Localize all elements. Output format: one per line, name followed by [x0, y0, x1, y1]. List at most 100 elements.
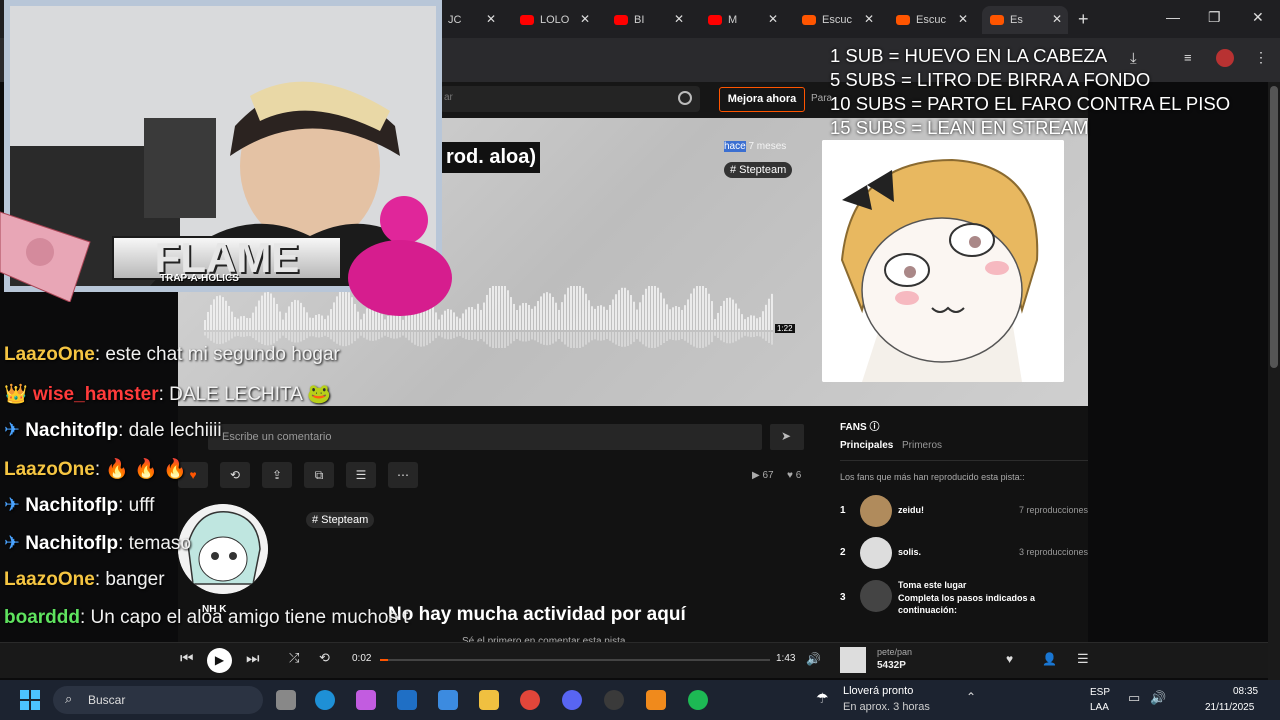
minimize-button[interactable]: — — [1166, 9, 1180, 25]
close-icon[interactable]: ✕ — [958, 12, 968, 26]
tab-principales[interactable]: Principales — [840, 440, 893, 451]
waveform-reflection — [504, 332, 506, 348]
waveform-reflection — [606, 332, 608, 340]
fan-row[interactable]: 2 solis. 3 reproducciones — [840, 537, 1088, 569]
close-icon[interactable]: ✕ — [580, 12, 590, 26]
waveform-bar — [624, 287, 626, 330]
waveform-reflection — [318, 332, 320, 338]
search-input[interactable]: ar — [440, 86, 700, 112]
tab-7-active[interactable]: Es ✕ — [982, 6, 1068, 34]
task-view-icon[interactable] — [276, 690, 296, 710]
waveform-reflection — [231, 332, 233, 339]
waveform-bar — [771, 293, 773, 330]
waveform-bar — [456, 316, 458, 330]
waveform-bar — [471, 307, 473, 330]
chevron-up-icon[interactable]: ⌃ — [966, 690, 976, 704]
waveform-reflection — [315, 332, 317, 338]
tab-5[interactable]: Escuc ✕ — [794, 6, 880, 34]
weather-icon[interactable]: ☂ — [816, 690, 829, 707]
now-playing-title[interactable]: 5432P — [877, 660, 906, 671]
waveform-bar — [543, 293, 545, 330]
clock-time[interactable]: 08:35 — [1233, 686, 1258, 697]
waveform-bar — [510, 297, 512, 330]
language-indicator[interactable]: ESP — [1090, 687, 1110, 698]
repeat-icon[interactable]: ⟲ — [319, 650, 330, 666]
store-icon[interactable] — [438, 690, 458, 710]
waveform-reflection — [402, 332, 404, 336]
previous-icon[interactable]: ⏮ — [180, 650, 194, 667]
waveform-reflection — [594, 332, 596, 340]
keyboard-layout[interactable]: LAA — [1090, 702, 1109, 713]
scrollbar-thumb[interactable] — [1270, 86, 1278, 368]
tab-label: BI — [634, 14, 645, 26]
shuffle-icon[interactable]: ⤮ — [289, 650, 299, 666]
weather-subtitle[interactable]: En aprox. 3 horas — [843, 701, 930, 713]
obs-icon[interactable] — [604, 690, 624, 710]
search-icon[interactable] — [678, 91, 692, 105]
waveform[interactable] — [204, 286, 786, 348]
maximize-button[interactable]: ❐ — [1208, 9, 1221, 26]
clock-date[interactable]: 21/11/2025 — [1205, 702, 1254, 713]
tab-4[interactable]: M ✕ — [700, 6, 784, 34]
next-icon[interactable]: ⏭ — [246, 650, 260, 667]
fan-row[interactable]: 1 zeidu! 7 reproducciones — [840, 495, 1088, 527]
like-icon[interactable]: ♥ — [1006, 652, 1013, 666]
waveform-reflection — [243, 332, 245, 337]
discord-icon[interactable] — [562, 690, 582, 710]
waveform-reflection — [360, 332, 362, 336]
tab-3[interactable]: BI ✕ — [606, 6, 690, 34]
waveform-bar — [594, 308, 596, 330]
waveform-bar — [675, 306, 677, 330]
copilot-icon[interactable] — [356, 690, 376, 710]
waveform-reflection — [663, 332, 665, 344]
vlc-icon[interactable] — [646, 690, 666, 710]
chrome-icon[interactable] — [520, 690, 540, 710]
now-playing-user[interactable]: pete/pan — [877, 647, 912, 657]
fan-name[interactable]: zeidu! — [898, 505, 924, 515]
close-icon[interactable]: ✕ — [768, 12, 778, 26]
chat-message: LaazoOne: banger — [4, 569, 165, 591]
hero-tag[interactable]: # Stepteam — [724, 162, 793, 178]
play-button[interactable]: ▶ — [207, 648, 232, 673]
windows-start-icon[interactable] — [20, 690, 40, 710]
close-icon[interactable]: ✕ — [864, 12, 874, 26]
now-playing-artwork[interactable] — [840, 647, 866, 673]
tab-primeros[interactable]: Primeros — [902, 440, 942, 451]
waveform-bar — [489, 287, 491, 330]
waveform-bar — [216, 296, 218, 330]
close-window-button[interactable]: ✕ — [1252, 9, 1264, 26]
edge-icon[interactable] — [315, 690, 335, 710]
waveform-reflection — [588, 332, 590, 343]
waveform-reflection — [489, 332, 491, 347]
tab-2[interactable]: LOLO ✕ — [512, 6, 596, 34]
waveform-reflection — [435, 332, 437, 339]
queue-icon[interactable]: ☰ — [1077, 651, 1089, 667]
waveform-bar — [528, 304, 530, 330]
new-tab-button[interactable]: + — [1078, 9, 1089, 30]
tab-6[interactable]: Escuc ✕ — [888, 6, 974, 34]
tab-1[interactable]: JC ✕ — [440, 6, 502, 34]
progress-bar[interactable] — [380, 659, 770, 661]
network-icon[interactable]: ▭ — [1128, 690, 1140, 706]
weather-title[interactable]: Lloverá pronto — [843, 685, 913, 697]
waveform-reflection — [378, 332, 380, 340]
close-icon[interactable]: ✕ — [486, 12, 496, 26]
spotify-icon[interactable] — [688, 690, 708, 710]
file-explorer-icon[interactable] — [479, 690, 499, 710]
fan-name[interactable]: solis. — [898, 547, 921, 557]
outlook-icon[interactable] — [397, 690, 417, 710]
nav-link-artists[interactable]: Para — [811, 93, 832, 104]
chat-message: ✈ Nachitoflp: temaso — [4, 532, 191, 555]
follow-icon[interactable]: 👤 — [1042, 652, 1057, 666]
taskbar-search[interactable]: ⌕ Buscar — [53, 686, 263, 714]
upgrade-button[interactable]: Mejora ahora — [719, 87, 805, 112]
volume-icon[interactable]: 🔊 — [1150, 690, 1166, 706]
volume-icon[interactable]: 🔊 — [806, 652, 821, 666]
menu-dots-icon[interactable]: ⋮ — [1254, 49, 1268, 66]
waveform-reflection — [546, 332, 548, 346]
close-icon[interactable]: ✕ — [674, 12, 684, 26]
waveform-bar — [579, 286, 581, 330]
send-comment-button[interactable]: ➤ — [770, 424, 804, 450]
waveform-reflection — [747, 332, 749, 337]
close-icon[interactable]: ✕ — [1052, 12, 1062, 26]
